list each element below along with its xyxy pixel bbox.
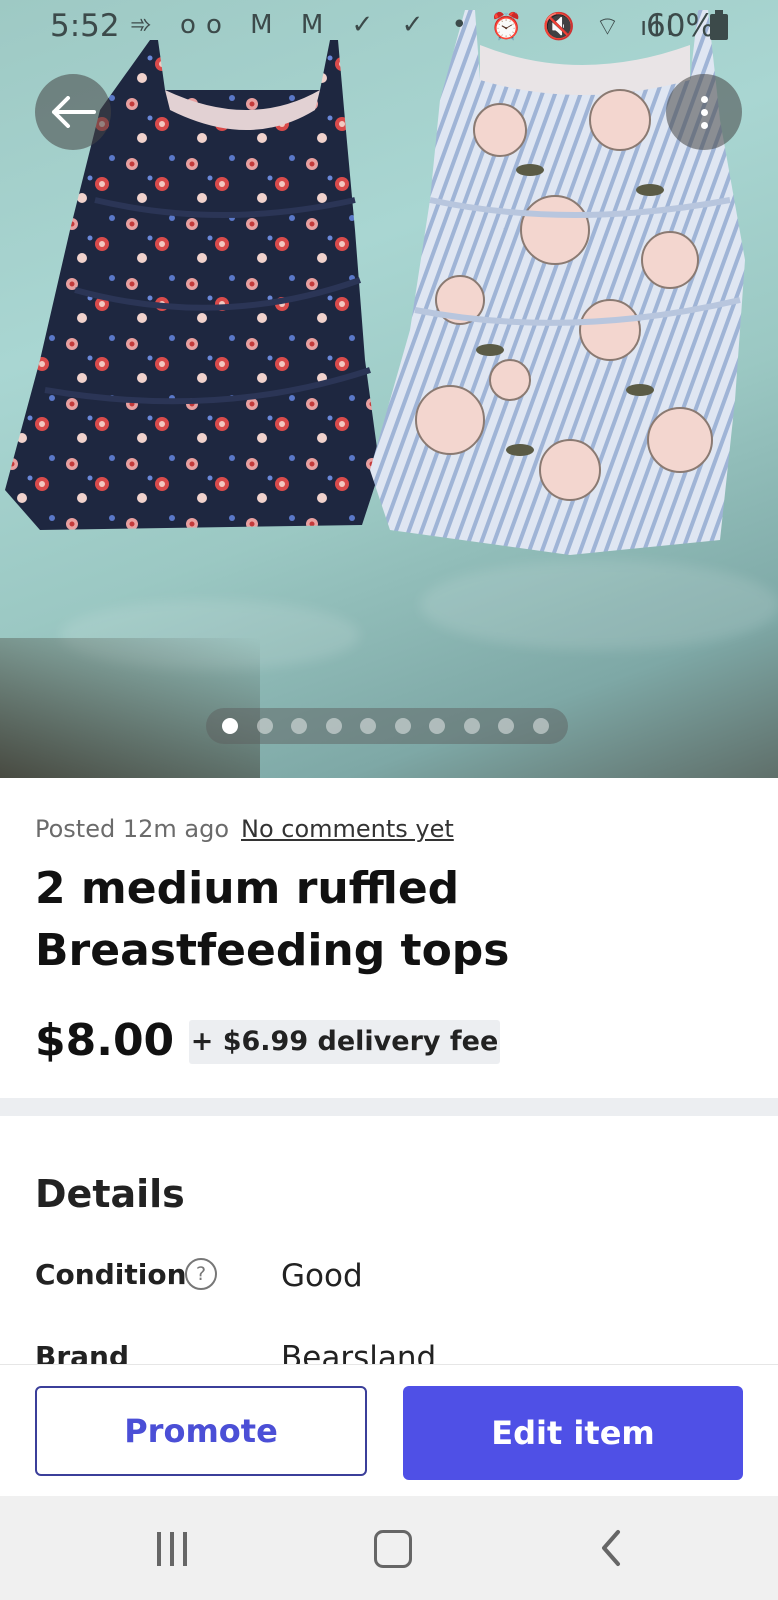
status-time: 5:52 xyxy=(50,8,120,44)
pager-dot xyxy=(291,718,307,734)
listing-photo[interactable]: 5:52 ➾ oo M M ✓ ✓ • ⏰ 🔇 ⌔ ıll 60% xyxy=(0,0,778,778)
more-vertical-icon xyxy=(700,93,708,132)
pager-dot xyxy=(498,718,514,734)
arrow-left-icon xyxy=(52,96,96,128)
battery-percent: 60% xyxy=(646,8,715,44)
action-bar: Promote Edit item xyxy=(0,1364,778,1497)
details-heading: Details xyxy=(35,1172,185,1216)
pager-dot xyxy=(360,718,376,734)
battery-icon xyxy=(710,10,728,40)
section-divider xyxy=(0,1098,778,1116)
gallery-pager xyxy=(206,708,568,744)
comments-link[interactable]: No comments yet xyxy=(241,815,454,843)
recents-button[interactable] xyxy=(157,1532,187,1566)
listing-price: $8.00 xyxy=(35,1015,175,1066)
system-nav-bar xyxy=(0,1496,778,1600)
pager-dot xyxy=(256,718,273,734)
pager-dot xyxy=(463,718,480,734)
pager-dot xyxy=(222,718,238,734)
status-bar: 5:52 ➾ oo M M ✓ ✓ • ⏰ 🔇 ⌔ ıll 60% xyxy=(0,0,778,54)
listing-title: 2 medium ruffled Breastfeeding tops xyxy=(35,863,510,976)
help-icon[interactable]: ? xyxy=(185,1258,217,1290)
blanket-fold xyxy=(420,560,778,650)
nav-back-button[interactable] xyxy=(598,1528,624,1568)
condition-label: Condition xyxy=(35,1258,187,1291)
home-button[interactable] xyxy=(374,1530,412,1568)
back-button[interactable] xyxy=(35,74,111,150)
posted-time: Posted 12m ago xyxy=(35,815,230,843)
promote-button[interactable]: Promote xyxy=(35,1386,367,1476)
pager-dot xyxy=(394,718,411,734)
notification-icons: ➾ oo M M ✓ ✓ • xyxy=(130,10,477,40)
edit-item-button[interactable]: Edit item xyxy=(403,1386,743,1480)
more-options-button[interactable] xyxy=(666,74,742,150)
delivery-fee-badge: + $6.99 delivery fee xyxy=(189,1020,500,1064)
pager-dot xyxy=(325,718,342,734)
pager-dot xyxy=(532,718,549,734)
pager-dot xyxy=(429,718,445,734)
condition-value: Good xyxy=(281,1258,363,1294)
